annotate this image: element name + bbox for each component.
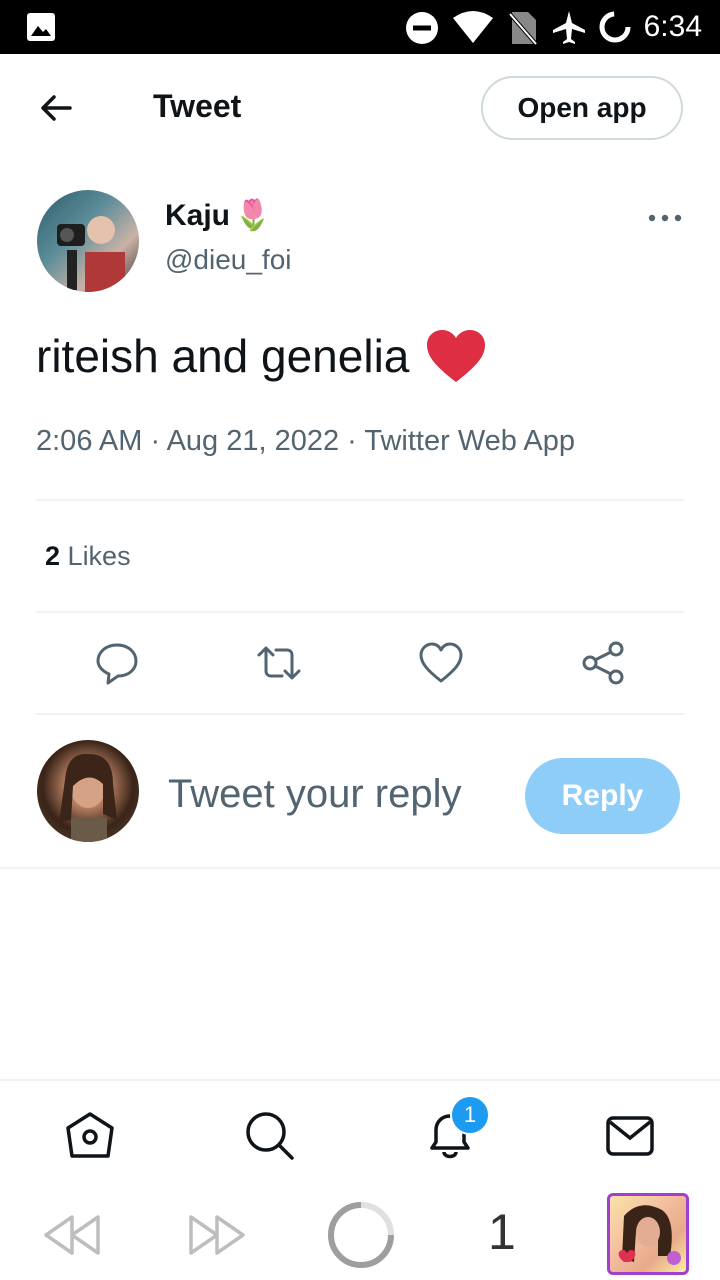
open-app-button[interactable]: Open app	[481, 76, 683, 140]
fast-forward-icon[interactable]	[187, 1205, 247, 1265]
author-name[interactable]: Kaju 🌷	[165, 198, 271, 233]
do-not-disturb-icon	[406, 12, 438, 44]
image-icon	[27, 13, 55, 41]
clock: 6:34	[643, 10, 702, 43]
tweet-text: riteish and genelia	[36, 328, 487, 384]
user-avatar[interactable]	[37, 740, 139, 842]
status-bar: 6:34	[0, 0, 720, 54]
page-title: Tweet	[153, 88, 242, 124]
heart-emoji-icon	[427, 330, 486, 382]
arrow-left-icon[interactable]	[36, 88, 76, 128]
author-handle[interactable]: @dieu_foi	[165, 244, 292, 276]
notification-badge: 1	[450, 1095, 490, 1135]
divider	[36, 611, 684, 613]
bottom-nav-divider	[0, 1079, 720, 1081]
author-name-text: Kaju	[165, 198, 231, 232]
wifi-icon	[453, 11, 493, 43]
tab-count[interactable]: 1	[488, 1203, 516, 1261]
reply-button[interactable]: Reply	[525, 758, 680, 834]
like-icon[interactable]	[417, 639, 465, 687]
reply-icon[interactable]	[93, 639, 141, 687]
rewind-icon[interactable]	[42, 1205, 102, 1265]
home-icon[interactable]	[62, 1108, 118, 1164]
search-icon[interactable]	[242, 1108, 298, 1164]
messages-icon[interactable]	[602, 1108, 658, 1164]
loading-spinner-icon	[328, 1202, 394, 1268]
tweet-text-content: riteish and genelia	[36, 330, 410, 382]
airplane-mode-icon	[553, 11, 585, 44]
share-icon[interactable]	[579, 639, 627, 687]
likes-stat[interactable]: 2 Likes	[45, 541, 131, 572]
likes-label: Likes	[67, 541, 131, 571]
retweet-icon[interactable]	[255, 639, 303, 687]
tweet-timestamp[interactable]: 2:06 AM · Aug 21, 2022 · Twitter Web App	[36, 425, 575, 458]
divider	[36, 713, 684, 715]
reply-input[interactable]: Tweet your reply	[168, 772, 461, 817]
tab-thumbnail[interactable]	[607, 1193, 689, 1275]
tulip-icon: 🌷	[234, 199, 272, 232]
author-avatar[interactable]	[37, 190, 139, 292]
divider	[0, 867, 720, 869]
no-sim-icon	[508, 12, 538, 46]
divider	[36, 499, 684, 501]
likes-count: 2	[45, 541, 61, 571]
battery-icon	[599, 11, 631, 43]
more-options-icon[interactable]	[648, 205, 682, 231]
